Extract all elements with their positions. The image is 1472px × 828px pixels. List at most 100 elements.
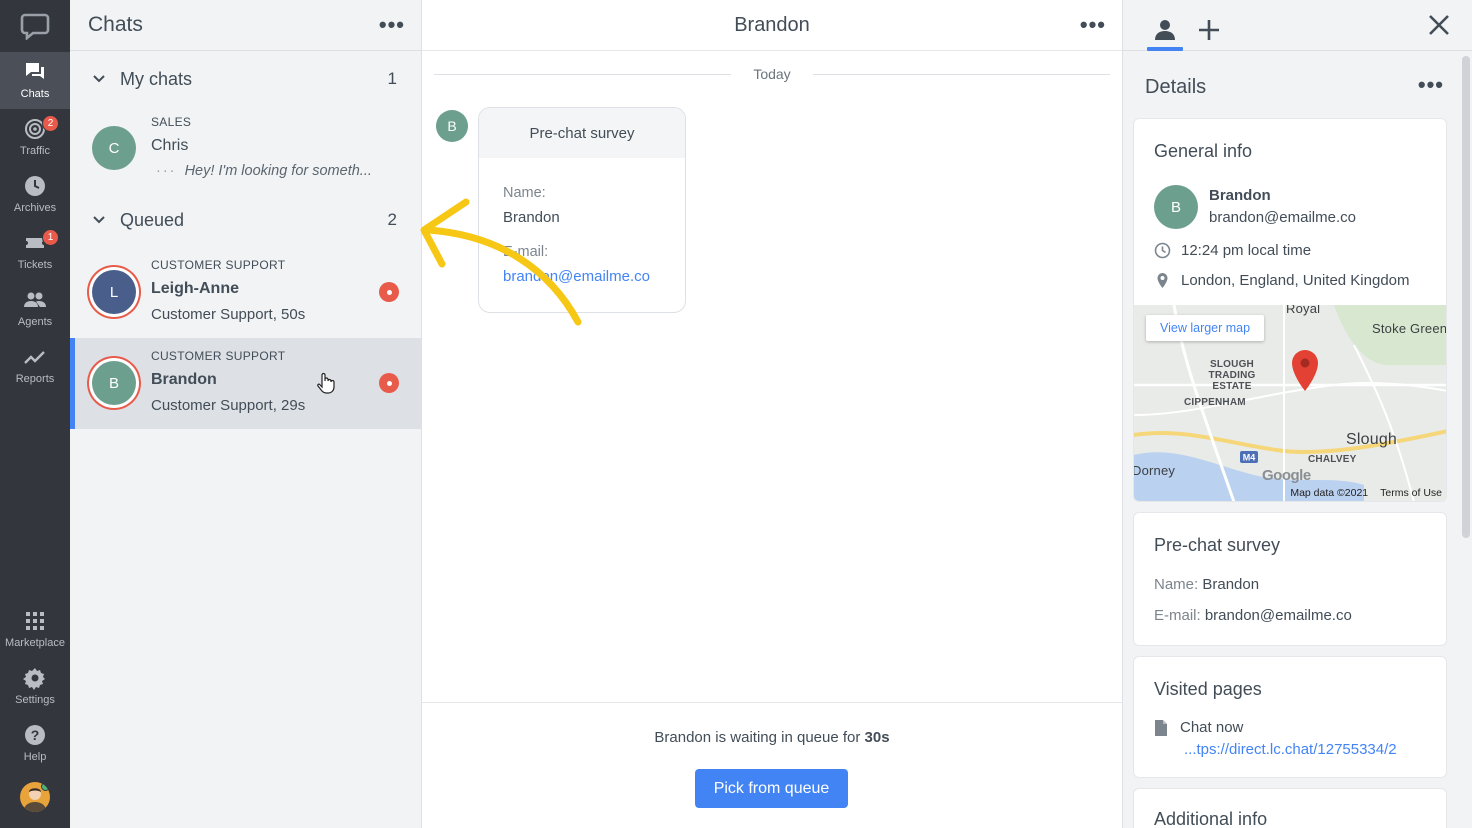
gear-icon xyxy=(23,668,45,690)
card-title: Additional info xyxy=(1154,809,1268,828)
view-larger-map-link[interactable]: View larger map xyxy=(1146,315,1265,341)
survey-name-label: Name: xyxy=(1154,576,1199,593)
chat-item-chris[interactable]: C SALES Chris ··· Hey! I'm looking for s… xyxy=(70,107,421,192)
chat-preview-text: Hey! I'm looking for someth... xyxy=(184,163,372,179)
more-options-icon[interactable]: ••• xyxy=(379,14,405,36)
chat-category: CUSTOMER SUPPORT xyxy=(151,349,286,363)
card-title: General info xyxy=(1154,141,1253,161)
survey-email-link[interactable]: brandon@emailme.co xyxy=(503,268,650,285)
more-options-icon[interactable]: ••• xyxy=(1418,74,1444,96)
location-pin-icon xyxy=(1157,273,1168,288)
nav-label: Chats xyxy=(20,88,50,100)
nav-item-reports[interactable]: Reports xyxy=(0,337,70,394)
chat-title: Brandon xyxy=(734,13,810,36)
queue-status: Brandon is waiting in queue for 30s xyxy=(422,729,1122,746)
details-panel: Details ••• General info B Brandon brand… xyxy=(1122,0,1472,828)
chat-preview: ··· Hey! I'm looking for someth... xyxy=(156,163,372,179)
general-info-card: General info B Brandon brandon@emailme.c… xyxy=(1133,118,1447,502)
section-label: Queued xyxy=(120,209,185,230)
chat-name: Brandon xyxy=(151,371,217,388)
additional-info-card: Additional info xyxy=(1133,788,1447,828)
grid-icon xyxy=(26,612,44,630)
nav-item-settings[interactable]: Settings xyxy=(0,658,70,715)
close-icon[interactable] xyxy=(1426,12,1452,38)
nav-label: Traffic xyxy=(20,145,50,157)
queue-status-text: Brandon is waiting in queue for xyxy=(654,729,865,746)
typing-dots-icon: ··· xyxy=(156,163,177,179)
clock-icon xyxy=(25,176,45,196)
map-label: Slough Trading Estate xyxy=(1208,359,1256,392)
google-logo: Google xyxy=(1262,467,1311,484)
chat-category: CUSTOMER SUPPORT xyxy=(151,258,286,272)
survey-email-label: E-mail: xyxy=(503,244,549,260)
chat-list-panel: Chats ••• My chats 1 C SALES Chris ··· H… xyxy=(70,0,422,828)
nav-label: Agents xyxy=(17,316,53,328)
visited-pages-card: Visited pages Chat now ...tps://direct.l… xyxy=(1133,656,1447,778)
pre-chat-survey-details-card: Pre-chat survey Name: Brandon E-mail: br… xyxy=(1133,512,1447,646)
livechat-logo-icon[interactable] xyxy=(20,12,50,40)
avatar: B xyxy=(92,361,136,405)
nav-item-agents[interactable]: Agents xyxy=(0,280,70,337)
help-icon: ? xyxy=(25,725,45,745)
section-queued[interactable]: Queued 2 xyxy=(70,192,421,248)
local-time-row: 12:24 pm local time xyxy=(1154,242,1311,259)
survey-title: Pre-chat survey xyxy=(479,108,685,158)
card-title: Visited pages xyxy=(1154,679,1262,699)
divider-line xyxy=(812,73,1111,75)
section-my-chats[interactable]: My chats 1 xyxy=(70,51,421,107)
date-divider: Today xyxy=(434,66,1111,82)
chat-item-leigh-anne[interactable]: L CUSTOMER SUPPORT Leigh-Anne Customer S… xyxy=(70,248,421,338)
tab-visitor-details[interactable] xyxy=(1145,10,1185,51)
agents-icon xyxy=(24,292,46,307)
nav-label: Archives xyxy=(13,202,57,214)
details-scrollbar[interactable] xyxy=(1462,56,1470,538)
location-row: London, England, United Kingdom xyxy=(1154,272,1410,289)
chat-list-title: Chats xyxy=(88,13,143,36)
local-time: 12:24 pm local time xyxy=(1181,242,1312,259)
details-tabs xyxy=(1123,0,1472,51)
chat-name: Chris xyxy=(151,137,189,154)
tickets-badge: 1 xyxy=(42,229,59,246)
survey-name-row: Name: Brandon xyxy=(1154,576,1259,593)
survey-email-label: E-mail: xyxy=(1154,607,1201,624)
pre-chat-survey-card: Pre-chat survey Name: Brandon E-mail: br… xyxy=(478,107,686,313)
tab-add[interactable] xyxy=(1189,10,1229,50)
left-navigation: Chats Traffic 2 Archives Tickets 1 Agent… xyxy=(0,0,70,828)
map-label: Dorney xyxy=(1134,463,1176,478)
chat-list-header: Chats ••• xyxy=(70,0,421,51)
chat-main-panel: Brandon ••• Today B Pre-chat survey Name… xyxy=(422,0,1122,828)
agent-avatar[interactable] xyxy=(20,782,50,812)
unread-alert-icon xyxy=(379,373,399,393)
map-label: Cippenham xyxy=(1184,397,1246,408)
reports-icon xyxy=(24,351,45,364)
nav-item-traffic[interactable]: Traffic 2 xyxy=(0,109,70,166)
nav-item-help[interactable]: ? Help xyxy=(0,715,70,772)
card-title: Pre-chat survey xyxy=(1154,535,1281,555)
map-terms-link[interactable]: Terms of Use xyxy=(1380,487,1442,499)
map-footer: Map data ©2021 Terms of Use xyxy=(1290,487,1442,499)
nav-item-chats[interactable]: Chats xyxy=(0,52,70,109)
map-label: Chalvey xyxy=(1308,454,1357,465)
svg-text:?: ? xyxy=(31,727,40,743)
chat-subtitle: Customer Support, 50s xyxy=(151,306,306,323)
location-map[interactable]: M4 View larger map Royal Stoke Green Slo… xyxy=(1134,305,1446,501)
chat-item-brandon[interactable]: B CUSTOMER SUPPORT Brandon Customer Supp… xyxy=(70,338,421,429)
survey-name-value: Brandon xyxy=(503,209,560,226)
details-title: Details xyxy=(1145,76,1207,98)
nav-item-archives[interactable]: Archives xyxy=(0,166,70,223)
plus-icon xyxy=(1199,20,1219,40)
section-count: 1 xyxy=(387,69,397,88)
chat-header: Brandon ••• xyxy=(422,0,1122,51)
more-options-icon[interactable]: ••• xyxy=(1080,14,1106,36)
nav-item-marketplace[interactable]: Marketplace xyxy=(0,601,70,658)
visited-page-row: Chat now xyxy=(1154,719,1243,736)
pick-from-queue-button[interactable]: Pick from queue xyxy=(695,769,848,808)
chat-category: SALES xyxy=(151,115,192,129)
visited-page-link[interactable]: ...tps://direct.lc.chat/12755334/2 xyxy=(1184,741,1397,758)
survey-email-value: brandon@emailme.co xyxy=(1204,607,1352,624)
queue-time: 30s xyxy=(864,729,890,746)
map-label: Slough xyxy=(1346,431,1398,448)
section-count: 2 xyxy=(387,210,397,229)
nav-item-tickets[interactable]: Tickets 1 xyxy=(0,223,70,280)
survey-email-row: E-mail: brandon@emailme.co xyxy=(1154,607,1352,624)
